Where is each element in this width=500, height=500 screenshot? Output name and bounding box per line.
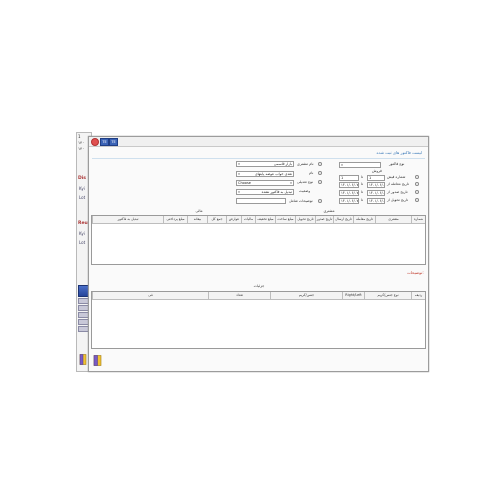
details-table-header: ردیف نوع جنس/کریم Right/Left جنس/کریم تعداد ف… (92, 292, 425, 300)
column-header[interactable]: تبدیل به فاکتور (92, 216, 163, 223)
background-heading: Dis (78, 176, 86, 181)
notes-label: توضیحات: (407, 270, 424, 275)
invoice-date-from[interactable]: ۱۴۰۱/۰۶/۰۷ (367, 182, 385, 188)
to-label: تا (361, 190, 364, 194)
to-label: تا (361, 182, 364, 186)
column-header[interactable]: تاریخ تحویل (295, 216, 315, 223)
close-button[interactable] (91, 138, 99, 146)
exit-door-icon[interactable] (78, 354, 88, 365)
delivery-date-from[interactable]: ۱۴۰۱/۰۶/۰۷ (367, 198, 385, 204)
background-label: Lot (79, 240, 86, 245)
status-value: تبدیل به فاکتور نشده (261, 190, 292, 194)
column-header[interactable]: تاریخ صدور (315, 216, 333, 223)
column-header[interactable]: نوع جنس/کریم (364, 292, 411, 299)
name-select[interactable]: ▾ نقدی خواب عوضه پایتهای (236, 171, 294, 177)
invoice-number-label: شماره فیش (387, 175, 406, 179)
column-header[interactable]: مبلغ پرداختی (163, 216, 187, 223)
payment-type-value: Choose (238, 181, 251, 185)
customer-group-header: مشتری (323, 209, 335, 213)
to-label: تا (361, 198, 364, 202)
to-label: تا (361, 175, 364, 179)
column-header[interactable]: تاریخ ارسال (333, 216, 353, 223)
number-from-field[interactable]: 1 (367, 175, 385, 181)
issue-date-from[interactable]: ۱۴۰۱/۰۶/۰۷ (367, 190, 385, 196)
column-header[interactable]: جمع کل (207, 216, 226, 223)
name-value: نقدی خواب عوضه پایتهای (254, 172, 292, 176)
column-header[interactable]: مشتری (375, 216, 411, 223)
chevron-down-icon: ▾ (238, 162, 240, 166)
column-header[interactable]: تاریخ معامله (353, 216, 375, 223)
column-header[interactable]: جنس/کریم (270, 292, 342, 299)
column-header[interactable]: فی (92, 292, 208, 299)
background-line: 1 (78, 134, 81, 139)
column-header[interactable]: ردیف (411, 292, 425, 299)
chevron-down-icon: ▾ (238, 172, 240, 176)
delivery-date-radio[interactable] (415, 198, 419, 202)
chevron-down-icon: ▾ (341, 163, 343, 167)
customer-label: نام مشتری (297, 162, 314, 166)
invoice-table-header: شماره مشتری تاریخ معامله تاریخ ارسال تاریخ ص… (92, 216, 425, 224)
issue-date-label: تاریخ صدور از (387, 190, 408, 194)
chevron-down-icon: ▾ (290, 181, 292, 185)
window-title: لیست فاکتور های ثبت شده (376, 150, 422, 155)
column-header[interactable]: عوارض (226, 216, 241, 223)
background-label: Kyi (79, 186, 85, 191)
number-to-field[interactable]: 1 (339, 175, 359, 181)
invoice-date-to[interactable]: ۱۴۰۱/۰۶/۰۷ (339, 182, 359, 188)
column-header[interactable]: شماره (411, 216, 425, 223)
issue-date-to[interactable]: ۱۴۰۱/۰۶/۰۷ (339, 190, 359, 196)
details-title: جزئیات (253, 284, 265, 288)
name-radio[interactable] (318, 171, 322, 175)
invoice-type-value: فروش (372, 169, 382, 173)
status-select[interactable]: ▾ تبدیل به فاکتور نشده (236, 189, 294, 195)
description-radio[interactable] (318, 199, 322, 203)
payment-type-select[interactable]: Choose ▾ (236, 180, 294, 186)
description-label: توضیحات شامل (289, 199, 313, 203)
name-label: نام (309, 171, 314, 175)
column-header[interactable]: مبلغ ساخت (275, 216, 295, 223)
column-header[interactable]: بیعانه (187, 216, 207, 223)
invoice-list-window: TE TE لیست فاکتور های ثبت شده نوع فاکتور… (88, 136, 429, 372)
details-table[interactable]: ردیف نوع جنس/کریم Right/Left جنس/کریم تعداد ف… (91, 291, 426, 349)
toolbar-button[interactable]: TE (100, 138, 109, 146)
payment-type-radio[interactable] (318, 180, 322, 184)
exit-door-icon[interactable] (93, 355, 102, 366)
background-line: ۱۴۰ (78, 140, 85, 145)
delivery-date-label: تاریخ تحویل از (387, 198, 409, 202)
issue-date-radio[interactable] (415, 190, 419, 194)
chevron-down-icon: ▾ (238, 190, 240, 194)
invoice-date-radio[interactable] (415, 182, 419, 186)
column-header[interactable]: تعداد (208, 292, 270, 299)
background-heading: Reu (78, 221, 88, 226)
background-label: Lot (79, 195, 86, 200)
toolbar-button[interactable]: TE (109, 138, 118, 146)
background-line: ۱۴۰ (78, 146, 85, 151)
payment-type-label: نوع تعدیلی (297, 180, 313, 184)
column-header[interactable]: مبلغ تخفیف (255, 216, 275, 223)
column-header[interactable]: Right/Left (342, 292, 364, 299)
invoice-number-radio[interactable] (415, 175, 419, 179)
invoice-table[interactable]: شماره مشتری تاریخ معامله تاریخ ارسال تاریخ ص… (91, 215, 426, 265)
background-label: Kyi (79, 231, 85, 236)
customer-radio[interactable] (318, 162, 322, 166)
invoice-date-label: تاریخ معامله از (387, 182, 409, 186)
customer-value: بازار قاسمی (273, 162, 292, 166)
description-field[interactable] (236, 198, 286, 204)
title-divider (92, 158, 425, 159)
title-bar: TE TE (89, 137, 428, 147)
status-label: وضعیت (299, 189, 311, 193)
financial-group-header: مالی (195, 209, 203, 213)
delivery-date-to[interactable]: ۱۴۰۱/۰۶/۰۷ (339, 198, 359, 204)
invoice-type-label: نوع فاکتور (389, 162, 405, 166)
customer-select[interactable]: ▾ بازار قاسمی (236, 161, 294, 167)
column-header[interactable]: مالیات (241, 216, 255, 223)
